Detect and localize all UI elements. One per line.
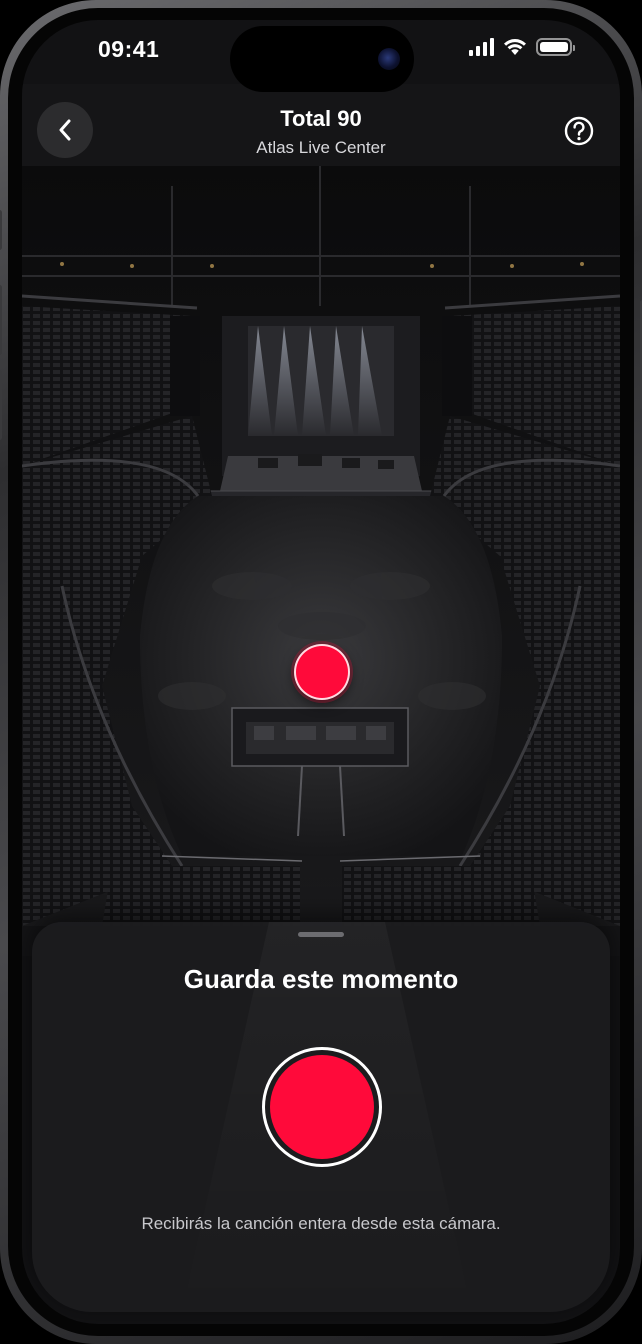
camera-location-marker[interactable] <box>294 644 350 700</box>
cellular-signal-icon <box>469 38 494 56</box>
venue-name: Atlas Live Center <box>256 138 386 157</box>
battery-level <box>540 42 568 52</box>
record-sheet: Guarda este momento Recibirás la canción… <box>32 922 610 1312</box>
volume-up-button <box>0 285 2 355</box>
action-button <box>0 210 2 250</box>
sheet-caption: Recibirás la canción entera desde esta c… <box>141 1214 501 1233</box>
sheet-title: Guarda este momento <box>183 964 459 994</box>
sheet-grabber[interactable] <box>298 932 344 937</box>
volume-down-button <box>0 370 2 440</box>
arena-illustration <box>22 166 620 956</box>
phone-device: 09:41 Total 90 Atlas Live Center Guarda … <box>0 0 642 1344</box>
status-icons <box>469 38 575 56</box>
event-title: Total 90 <box>280 106 362 131</box>
wifi-icon <box>504 39 526 55</box>
record-button[interactable] <box>262 1047 382 1167</box>
arena-view[interactable] <box>22 166 620 956</box>
nav-bar: Total 90 Atlas Live Center <box>22 84 620 166</box>
question-circle-icon[interactable] <box>564 116 594 146</box>
status-time: 09:41 <box>98 36 160 62</box>
screen: 09:41 Total 90 Atlas Live Center Guarda … <box>22 20 620 1324</box>
record-button-fill <box>270 1055 374 1159</box>
dynamic-island <box>230 26 414 92</box>
front-camera-icon <box>378 48 400 70</box>
battery-icon <box>536 38 575 56</box>
status-bar: 09:41 <box>22 20 620 92</box>
